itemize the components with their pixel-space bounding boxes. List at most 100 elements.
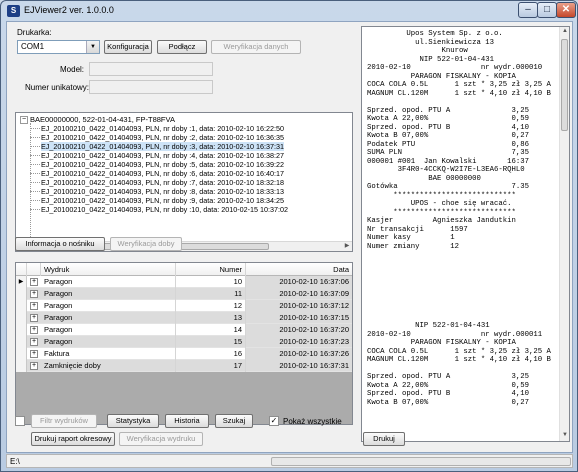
tree-item[interactable]: EJ_20100210_0422_01404093, PLN, nr doby … [41, 124, 284, 133]
table-row[interactable]: + Paragon 13 2010-02-10 16:37:15 [16, 312, 352, 324]
expand-icon[interactable]: + [30, 302, 38, 310]
grid-header: Wydruk Numer Data [16, 263, 352, 276]
cell-date: 2010-02-10 16:37:26 [246, 348, 352, 360]
expand-icon[interactable]: + [30, 350, 38, 358]
tree-item[interactable]: EJ_20100210_0422_01404093, PLN, nr doby … [41, 151, 284, 160]
table-row[interactable]: + Paragon 11 2010-02-10 16:37:09 [16, 288, 352, 300]
expand-icon[interactable]: + [30, 326, 38, 334]
col-date[interactable]: Data [246, 263, 352, 276]
cell-date: 2010-02-10 16:37:06 [246, 276, 352, 288]
verify-print-button[interactable]: Weryfikacja wydruku [119, 432, 203, 446]
expand-icon[interactable]: + [30, 338, 38, 346]
cell-print: Paragon [41, 276, 176, 288]
current-row-icon: ▶ [16, 276, 27, 288]
port-select[interactable]: COM1 ▼ [17, 40, 100, 54]
cell-number: 11 [176, 288, 246, 300]
app-icon: S [7, 5, 20, 17]
show-all-checkbox[interactable]: ✓ [269, 416, 279, 426]
cell-date: 2010-02-10 16:37:12 [246, 300, 352, 312]
expand-icon[interactable]: + [30, 290, 38, 298]
expand-icon[interactable]: + [30, 278, 38, 286]
expand-icon[interactable]: + [30, 314, 38, 322]
scroll-right-icon[interactable]: ▶ [342, 242, 352, 251]
table-row[interactable]: + Paragon 12 2010-02-10 16:37:12 [16, 300, 352, 312]
port-value: COM1 [21, 42, 45, 51]
cell-number: 13 [176, 312, 246, 324]
cell-date: 2010-02-10 16:37:20 [246, 324, 352, 336]
cell-print: Paragon [41, 336, 176, 348]
filter-prints-button[interactable]: Filtr wydruków [31, 414, 97, 428]
tree-item[interactable]: EJ_20100210_0422_01404093, PLN, nr doby … [41, 187, 284, 196]
table-row[interactable]: + Paragon 14 2010-02-10 16:37:20 [16, 324, 352, 336]
verify-data-button[interactable]: Weryfikacja danych [211, 40, 301, 54]
scroll-down-icon[interactable]: ▼ [560, 431, 569, 440]
table-row[interactable]: + Faktura 16 2010-02-10 16:37:26 [16, 348, 352, 360]
tree-item[interactable]: EJ_20100210_0422_01404093, PLN, nr doby … [41, 169, 284, 178]
tree-item[interactable]: EJ_20100210_0422_01404093, PLN, nr doby … [41, 205, 288, 214]
prints-grid[interactable]: Wydruk Numer Data ▶ + Paragon 10 2010-02… [15, 262, 353, 425]
cell-number: 10 [176, 276, 246, 288]
statistics-button[interactable]: Statystyka [107, 414, 159, 428]
close-button[interactable]: ✕ [556, 2, 576, 18]
cell-print: Paragon [41, 312, 176, 324]
cell-number: 12 [176, 300, 246, 312]
table-row[interactable]: ▶ + Paragon 10 2010-02-10 16:37:06 [16, 276, 352, 288]
serial-label: Numer unikatowy: [25, 83, 90, 92]
show-all-label[interactable]: Pokaż wszystkie [283, 417, 342, 426]
cell-date: 2010-02-10 16:37:15 [279, 313, 349, 322]
col-number[interactable]: Numer [176, 263, 246, 276]
cell-number: 14 [176, 324, 246, 336]
cell-print: Zamknięcie doby [41, 360, 176, 372]
expand-icon[interactable]: + [30, 362, 38, 370]
receipt-vertical-scrollbar[interactable]: ▲ ▼ [559, 27, 569, 441]
cell-print: Faktura [41, 348, 176, 360]
progress-bar [271, 457, 571, 466]
scroll-thumb[interactable] [561, 39, 568, 131]
table-row[interactable]: + Paragon 15 2010-02-10 16:37:23 [16, 336, 352, 348]
scroll-up-icon[interactable]: ▲ [560, 27, 569, 36]
cell-print: Paragon [41, 324, 176, 336]
tree-item[interactable]: EJ_20100210_0422_01404093, PLN, nr doby … [41, 133, 284, 142]
tree-root[interactable]: − BAE00000000, 522-01-04-431, FP-T88FVA [20, 115, 175, 125]
maximize-button[interactable]: □ [537, 2, 557, 18]
config-button[interactable]: Konfiguracja [104, 40, 152, 54]
table-row[interactable]: + Zamknięcie doby 17 2010-02-10 16:37:31 [16, 360, 352, 372]
receipt-text-1: Upos System Sp. z o.o. ul.Sienkiewicza 1… [367, 30, 551, 251]
filter-checkbox[interactable] [15, 416, 25, 426]
cell-date: 2010-02-10 16:37:31 [279, 361, 349, 370]
printer-label: Drukarka: [17, 28, 52, 37]
window-title: EJViewer2 ver. 1.0.0.0 [24, 5, 114, 15]
model-field [89, 62, 213, 76]
tree-item-selected[interactable]: EJ_20100210_0422_01404093, PLN, nr doby … [41, 142, 284, 151]
media-info-button[interactable]: Informacja o nośniku [15, 237, 105, 251]
serial-field [89, 80, 213, 94]
tree-item[interactable]: EJ_20100210_0422_01404093, PLN, nr doby … [41, 196, 284, 205]
app-window: S EJViewer2 ver. 1.0.0.0 – □ ✕ Drukarka:… [0, 0, 578, 472]
print-button[interactable]: Drukuj [363, 432, 405, 446]
minimize-button[interactable]: – [518, 2, 538, 18]
cell-date: 2010-02-10 16:37:09 [279, 289, 349, 298]
cell-number: 16 [176, 348, 246, 360]
receipt-preview: Upos System Sp. z o.o. ul.Sienkiewicza 1… [361, 26, 570, 442]
search-button[interactable]: Szukaj [215, 414, 253, 428]
col-print[interactable]: Wydruk [41, 263, 176, 276]
chevron-down-icon: ▼ [86, 41, 99, 53]
history-button[interactable]: Historia [165, 414, 209, 428]
tree-root-label: BAE00000000, 522-01-04-431, FP-T88FVA [30, 115, 175, 124]
status-text: E:\ [10, 457, 20, 466]
print-periodic-report-button[interactable]: Drukuj raport okresowy [31, 432, 115, 446]
cell-print: Paragon [41, 288, 176, 300]
receipt-text-2: NIP 522-01-04-431 2010-02-10 nr wydr.000… [367, 322, 551, 407]
cell-date: 2010-02-10 16:37:23 [279, 337, 349, 346]
cell-number: 15 [176, 336, 246, 348]
ej-tree[interactable]: − BAE00000000, 522-01-04-431, FP-T88FVA E… [15, 112, 353, 252]
collapse-icon[interactable]: − [20, 116, 28, 125]
verify-day-button[interactable]: Weryfikacja doby [110, 237, 182, 251]
model-label: Model: [60, 65, 85, 74]
cell-print: Paragon [41, 300, 176, 312]
tree-item[interactable]: EJ_20100210_0422_01404093, PLN, nr doby … [41, 160, 284, 169]
main-panel: Drukarka: COM1 ▼ Konfiguracja Podłącz We… [6, 21, 573, 453]
tree-item[interactable]: EJ_20100210_0422_01404093, PLN, nr doby … [41, 178, 284, 187]
title-bar: S EJViewer2 ver. 1.0.0.0 – □ ✕ [1, 1, 577, 21]
connect-button[interactable]: Podłącz [157, 40, 207, 54]
